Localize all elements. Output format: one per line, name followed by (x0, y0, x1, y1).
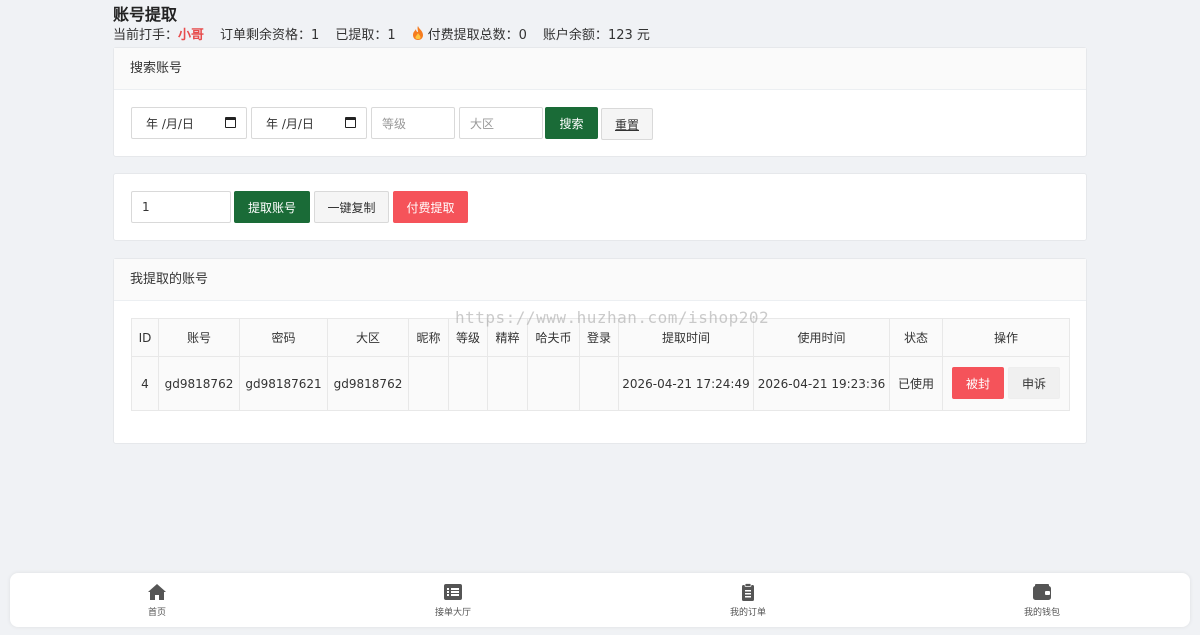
end-date-input[interactable]: 年 /月/日 (251, 107, 367, 139)
cell-extract-time: 2026-04-21 17:24:49 (618, 356, 754, 411)
balance-value: 123 元 (607, 28, 650, 43)
order-left-value: 1 (311, 28, 320, 43)
cell-password: gd98187621 (239, 356, 328, 411)
cell-essence (487, 356, 528, 411)
accounts-card: 我提取的账号 ID 账号 密码 大区 昵称 等级 精粹 哈夫币 登录 提取时间 … (113, 258, 1087, 444)
cell-level (448, 356, 488, 411)
column-header: 精粹 (487, 318, 528, 357)
wallet-icon (1033, 584, 1051, 600)
paid-extract-button[interactable]: 付费提取 (393, 191, 468, 223)
cell-region: gd9818762 (327, 356, 409, 411)
tab-my-orders[interactable]: 我的订单 (708, 573, 788, 627)
paid-total-label: 付费提取总数： (427, 28, 519, 43)
info-bar: 当前打手： 小哥 订单剩余资格： 1 已提取： 1 付费提取总数： 0 账户余额… (113, 26, 1087, 46)
start-date-value: 年 /月/日 (146, 116, 194, 131)
cell-coins (527, 356, 580, 411)
tab-order-hall-label: 接单大厅 (434, 608, 471, 618)
column-header: 等级 (448, 318, 488, 357)
bottom-tab-bar: 首页 接单大厅 我的订单 我的钱包 (10, 573, 1190, 627)
column-header: 操作 (942, 318, 1070, 357)
cell-actions: 被封 申诉 (942, 356, 1070, 411)
start-date-input[interactable]: 年 /月/日 (131, 107, 247, 139)
copy-all-button[interactable]: 一键复制 (314, 191, 389, 223)
column-header: 昵称 (408, 318, 449, 357)
tab-home[interactable]: 首页 (117, 573, 197, 627)
column-header: ID (131, 318, 159, 357)
main-content: 账号提取 当前打手： 小哥 订单剩余资格： 1 已提取： 1 付费提取总数： 0… (113, 0, 1087, 444)
search-button[interactable]: 搜索 (545, 107, 598, 139)
column-header: 哈夫币 (527, 318, 580, 357)
column-header: 密码 (239, 318, 328, 357)
cell-id: 4 (131, 356, 159, 411)
balance-label: 账户余额： (542, 28, 608, 43)
region-input[interactable]: 大区 (459, 107, 543, 139)
cell-login (579, 356, 619, 411)
clipboard-icon (742, 583, 754, 601)
end-date-value: 年 /月/日 (266, 116, 314, 131)
column-header: 大区 (327, 318, 409, 357)
player-label: 当前打手： (113, 28, 179, 43)
column-header: 使用时间 (753, 318, 890, 357)
fire-icon (412, 26, 423, 40)
tab-my-orders-label: 我的订单 (729, 608, 766, 618)
home-icon (148, 584, 166, 600)
banned-button[interactable]: 被封 (952, 367, 1004, 399)
column-header: 提取时间 (618, 318, 754, 357)
cell-nickname (408, 356, 449, 411)
table-row: 4 gd9818762 gd98187621 gd9818762 2026-04… (131, 356, 1070, 411)
appeal-button[interactable]: 申诉 (1008, 367, 1060, 399)
calendar-icon[interactable] (225, 117, 236, 128)
column-header: 登录 (579, 318, 619, 357)
accounts-card-header: 我提取的账号 (114, 259, 1086, 301)
page-title: 账号提取 (113, 5, 178, 24)
tab-my-wallet-label: 我的钱包 (1023, 608, 1060, 618)
calendar-icon[interactable] (345, 117, 356, 128)
cell-account: gd9818762 (158, 356, 240, 411)
cell-use-time: 2026-04-21 19:23:36 (753, 356, 890, 411)
search-card-header: 搜索账号 (114, 48, 1086, 90)
order-left-label: 订单剩余资格： (220, 28, 312, 43)
tab-home-label: 首页 (147, 608, 166, 618)
cell-status: 已使用 (889, 356, 943, 411)
reset-button[interactable]: 重置 (601, 108, 653, 140)
extract-card: 1 提取账号 一键复制 付费提取 (113, 173, 1087, 241)
extracted-label: 已提取： (335, 28, 388, 43)
quantity-input[interactable]: 1 (131, 191, 231, 223)
list-icon (444, 584, 462, 600)
table-header-row: ID 账号 密码 大区 昵称 等级 精粹 哈夫币 登录 提取时间 使用时间 状态… (131, 318, 1070, 357)
search-card: 搜索账号 年 /月/日 年 /月/日 等级 大区 搜索 重置 (113, 47, 1087, 157)
extract-account-button[interactable]: 提取账号 (234, 191, 310, 223)
tab-order-hall[interactable]: 接单大厅 (413, 573, 493, 627)
column-header: 账号 (158, 318, 240, 357)
tab-my-wallet[interactable]: 我的钱包 (1002, 573, 1082, 627)
paid-total-value: 0 (518, 28, 527, 43)
level-input[interactable]: 等级 (371, 107, 455, 139)
column-header: 状态 (889, 318, 943, 357)
extracted-value: 1 (387, 28, 396, 43)
accounts-table: ID 账号 密码 大区 昵称 等级 精粹 哈夫币 登录 提取时间 使用时间 状态… (131, 318, 1070, 411)
player-name: 小哥 (178, 28, 205, 43)
